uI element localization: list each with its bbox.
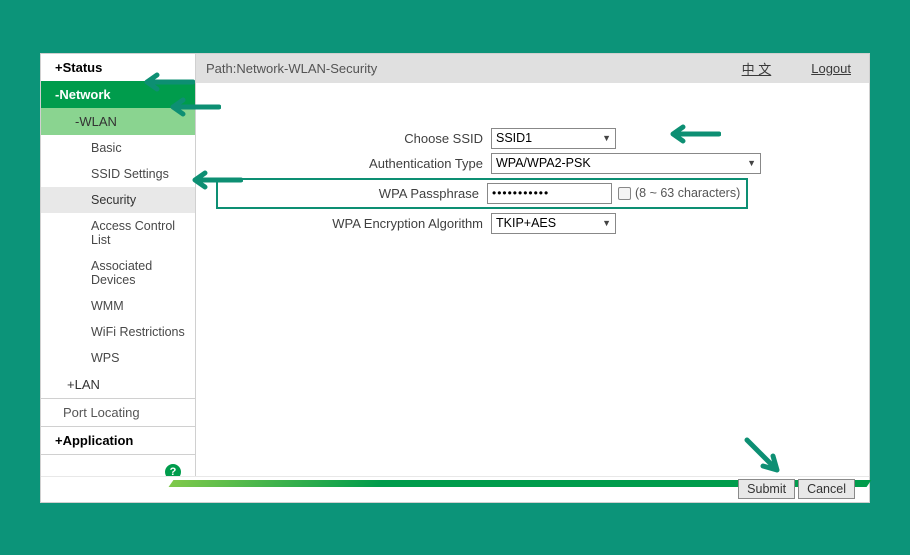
sidebar-item-ssid-settings[interactable]: SSID Settings bbox=[41, 161, 195, 187]
enc-algo-select[interactable]: TKIP+AES bbox=[491, 213, 616, 234]
breadcrumb-bar: Path:Network-WLAN-Security 中 文 Logout bbox=[196, 54, 869, 83]
sidebar-item-acl[interactable]: Access Control List bbox=[41, 213, 195, 253]
cancel-button[interactable]: Cancel bbox=[798, 479, 855, 499]
submit-button[interactable]: Submit bbox=[738, 479, 795, 499]
passphrase-label: WPA Passphrase bbox=[218, 186, 487, 201]
sidebar-item-basic[interactable]: Basic bbox=[41, 135, 195, 161]
passphrase-highlight: WPA Passphrase (8 ~ 63 characters) bbox=[216, 178, 748, 209]
sidebar-item-status[interactable]: +Status bbox=[41, 54, 195, 81]
sidebar-item-wmm[interactable]: WMM bbox=[41, 293, 195, 319]
sidebar-item-wifi-restrictions[interactable]: WiFi Restrictions bbox=[41, 319, 195, 345]
auth-type-label: Authentication Type bbox=[216, 156, 491, 171]
ssid-select[interactable]: SSID1 bbox=[491, 128, 616, 149]
enc-algo-label: WPA Encryption Algorithm bbox=[216, 216, 491, 231]
security-form: Choose SSID SSID1 Authentication Type WP… bbox=[196, 83, 869, 258]
passphrase-hint: (8 ~ 63 characters) bbox=[635, 186, 740, 200]
content-area: Path:Network-WLAN-Security 中 文 Logout Ch… bbox=[196, 54, 869, 476]
sidebar-item-lan[interactable]: +LAN bbox=[41, 371, 195, 398]
sidebar-item-port-locating[interactable]: Port Locating bbox=[41, 399, 195, 426]
footer-bar: Submit Cancel bbox=[41, 476, 869, 502]
language-link[interactable]: 中 文 bbox=[742, 59, 772, 78]
ssid-label: Choose SSID bbox=[216, 131, 491, 146]
sidebar-item-security[interactable]: Security bbox=[41, 187, 195, 213]
passphrase-input[interactable] bbox=[487, 183, 612, 204]
auth-type-select[interactable]: WPA/WPA2-PSK bbox=[491, 153, 761, 174]
sidebar-item-application[interactable]: +Application bbox=[41, 427, 195, 454]
sidebar: +Status -Network -WLAN Basic SSID Settin… bbox=[41, 54, 196, 476]
show-passphrase-checkbox[interactable] bbox=[618, 187, 631, 200]
breadcrumb-path: Path:Network-WLAN-Security bbox=[206, 61, 702, 76]
help-icon[interactable]: ? bbox=[165, 464, 181, 476]
sidebar-item-wps[interactable]: WPS bbox=[41, 345, 195, 371]
sidebar-item-wlan[interactable]: -WLAN bbox=[41, 108, 195, 135]
sidebar-item-assoc-devices[interactable]: Associated Devices bbox=[41, 253, 195, 293]
sidebar-item-network[interactable]: -Network bbox=[41, 81, 195, 108]
logout-link[interactable]: Logout bbox=[811, 61, 851, 76]
